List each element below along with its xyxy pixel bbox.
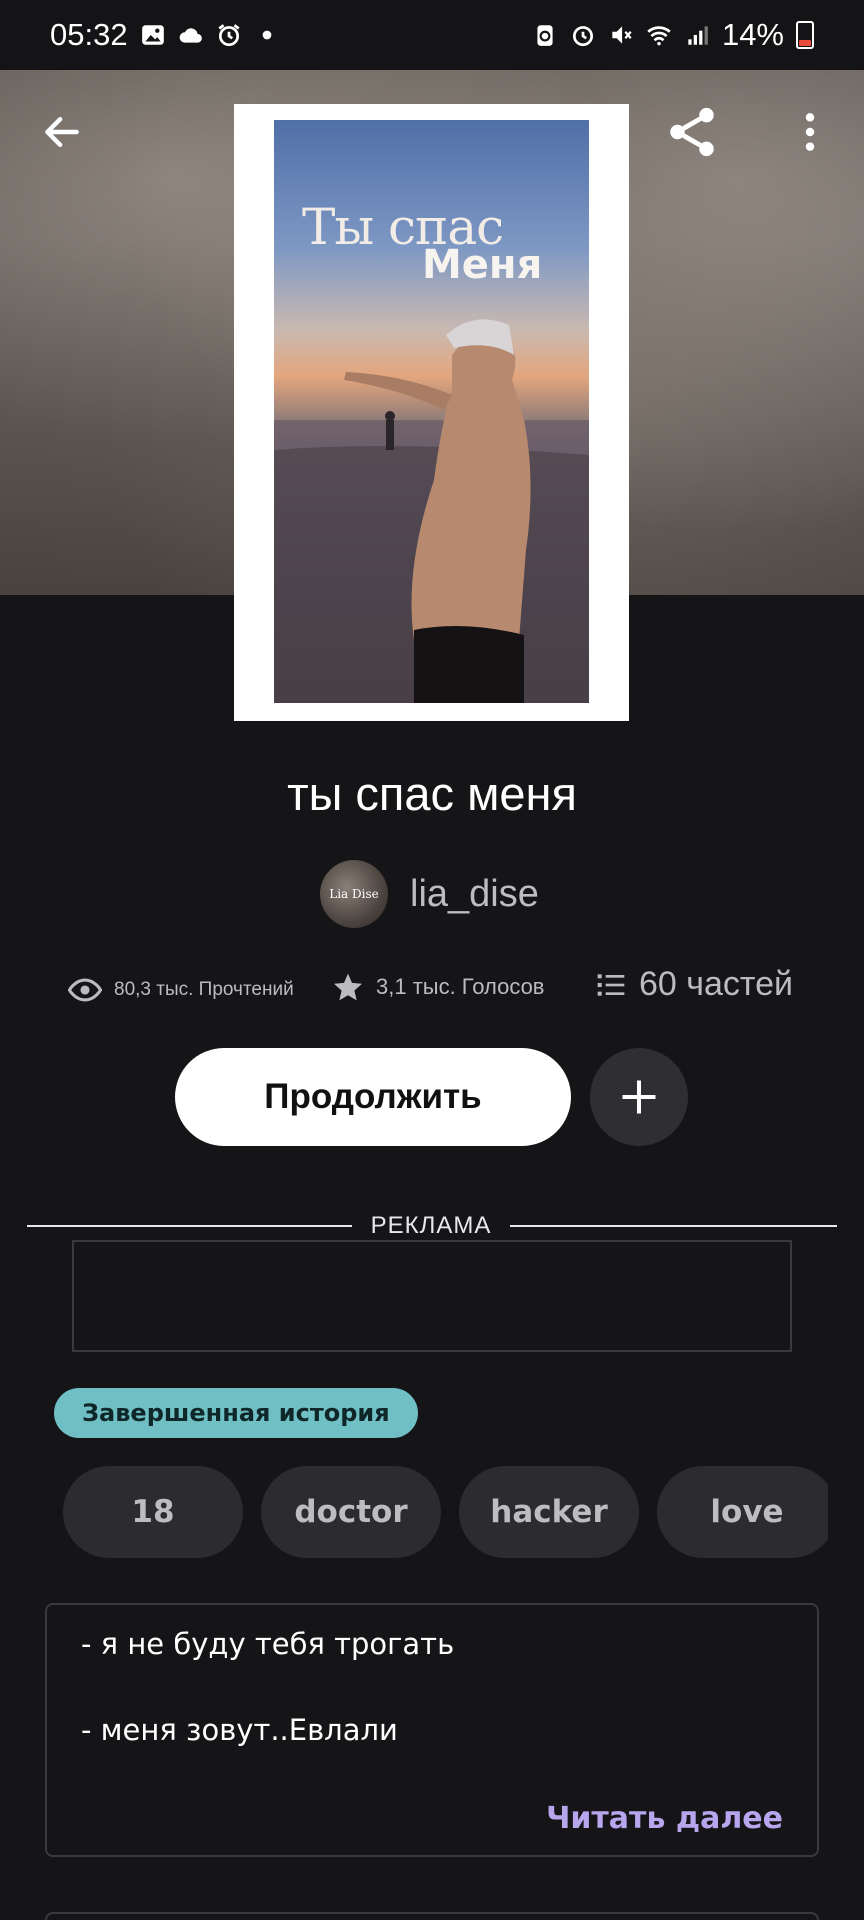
tag-chip[interactable]: doctor: [261, 1466, 441, 1558]
star-icon: [334, 973, 362, 1001]
parts-count: 60 частей: [639, 965, 793, 1003]
cover-title-line2: Меня: [422, 242, 543, 288]
battery-icon: [796, 21, 814, 49]
continue-reading-button[interactable]: Продолжить: [175, 1048, 571, 1146]
arrow-left-icon: [45, 116, 79, 148]
tag-chip[interactable]: 18: [63, 1466, 243, 1558]
author-link[interactable]: Lia Dise lia_dise: [320, 860, 539, 928]
more-options-button[interactable]: [778, 100, 842, 164]
share-icon: [670, 107, 714, 157]
description-line: - меня зовут..Евлали: [81, 1713, 398, 1747]
plus-icon: [622, 1080, 656, 1114]
reads-count: 80,3 тыс. Прочтений: [114, 979, 294, 1000]
reads-stat: 80,3 тыс. Прочтений: [68, 973, 294, 1007]
avatar: Lia Dise: [320, 860, 388, 928]
completed-story-badge: Завершенная история: [54, 1388, 418, 1438]
description-card: - я не буду тебя трогать - меня зовут..Е…: [45, 1603, 819, 1857]
share-button[interactable]: [660, 100, 724, 164]
wifi-icon: [647, 26, 671, 46]
battery-percent: 14%: [721, 17, 784, 52]
alarm-icon: [572, 26, 593, 47]
ad-divider: РЕКЛАМА: [27, 1210, 837, 1240]
more-vertical-icon: [805, 113, 815, 151]
story-cover[interactable]: Ты спас Меня: [234, 104, 629, 721]
tag-chip[interactable]: love: [657, 1466, 828, 1558]
status-time: 05:32: [50, 17, 128, 52]
ad-divider-line-left: [27, 1225, 352, 1227]
description-line: - я не буду тебя трогать: [81, 1627, 455, 1661]
alarm-icon: [218, 24, 240, 47]
tags-row: 18 doctor hacker love: [63, 1466, 828, 1558]
signal-icon: [688, 26, 708, 45]
ad-label: РЕКЛАМА: [370, 1212, 492, 1239]
avatar-text: Lia Dise: [329, 887, 379, 901]
votes-count: 3,1 тыс. Голосов: [376, 974, 545, 999]
votes-stat: 3,1 тыс. Голосов: [332, 971, 545, 1003]
eye-icon: [68, 978, 102, 1002]
story-stats: 80,3 тыс. Прочтений 3,1 тыс. Голосов 60 …: [0, 965, 864, 1015]
story-title: ты спас меня: [287, 767, 577, 820]
read-more-link[interactable]: Читать далее: [546, 1801, 783, 1836]
author-name: lia_dise: [410, 872, 539, 915]
gallery-icon: [141, 25, 164, 45]
cover-image: Ты спас Меня: [274, 120, 589, 703]
list-icon: [597, 973, 625, 996]
status-bar: 05:32 14%: [0, 0, 864, 70]
parts-stat[interactable]: 60 частей: [595, 965, 793, 1004]
back-button[interactable]: [30, 100, 94, 164]
next-section-card: [45, 1912, 819, 1920]
dot-icon: [262, 30, 271, 40]
add-to-library-button[interactable]: [590, 1048, 688, 1146]
cloud-icon: [179, 28, 202, 43]
battery-saver-icon: [537, 25, 553, 46]
ad-divider-line-right: [510, 1225, 837, 1227]
tag-chip[interactable]: hacker: [459, 1466, 639, 1558]
mute-icon: [612, 26, 632, 44]
story-details-screen: 05:32 14% Ты спас Меня ты спас меня Lia …: [0, 0, 864, 1920]
ad-banner[interactable]: [72, 1240, 792, 1352]
